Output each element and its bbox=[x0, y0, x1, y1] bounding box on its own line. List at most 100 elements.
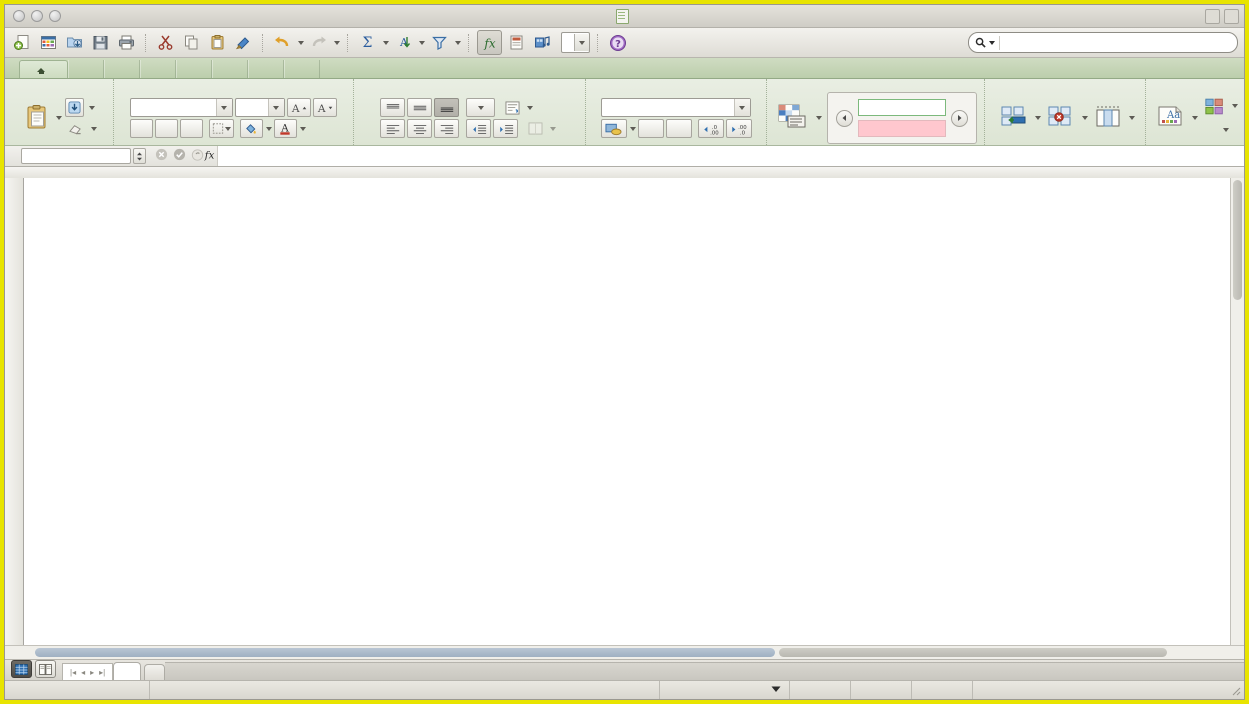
number-format-caret[interactable] bbox=[733, 99, 750, 116]
format-painter-icon[interactable] bbox=[232, 31, 255, 54]
vertical-scrollbar[interactable] bbox=[1230, 178, 1244, 645]
tab-formulas[interactable] bbox=[212, 60, 248, 78]
cancel-icon[interactable] bbox=[155, 148, 168, 164]
align-top-button[interactable] bbox=[380, 98, 406, 117]
next-sheet-icon[interactable]: ▸ bbox=[90, 668, 94, 677]
delete-cells-button[interactable] bbox=[1043, 105, 1079, 132]
font-color-button[interactable]: A bbox=[273, 119, 297, 138]
ribbon-toggle-button[interactable] bbox=[1205, 9, 1220, 24]
shrink-font-button[interactable]: A bbox=[312, 98, 337, 117]
sum-indicator[interactable] bbox=[660, 681, 790, 699]
style-bad[interactable] bbox=[858, 120, 947, 137]
theme-fonts-button[interactable] bbox=[1201, 121, 1220, 140]
help-toggle-button[interactable] bbox=[1224, 9, 1239, 24]
themes-caret[interactable] bbox=[1192, 116, 1198, 120]
style-normal[interactable] bbox=[858, 99, 947, 116]
merge-button[interactable] bbox=[525, 119, 559, 138]
media-browser-icon[interactable] bbox=[531, 31, 554, 54]
format-cells-caret[interactable] bbox=[1128, 116, 1135, 120]
horizontal-scrollbar[interactable] bbox=[5, 645, 1244, 659]
tab-layout[interactable] bbox=[68, 60, 104, 78]
currency-button[interactable] bbox=[600, 119, 627, 138]
sort-dropdown-caret[interactable] bbox=[419, 40, 425, 45]
formula-builder-fx-icon[interactable]: fx bbox=[191, 148, 217, 165]
font-name-input[interactable] bbox=[129, 98, 233, 117]
autosum-icon[interactable]: Σ bbox=[356, 31, 379, 54]
tab-home[interactable] bbox=[19, 60, 68, 78]
fill-color-caret[interactable] bbox=[265, 126, 272, 131]
percent-button[interactable] bbox=[637, 119, 664, 138]
print-icon[interactable] bbox=[115, 31, 138, 54]
tab-smartart[interactable] bbox=[176, 60, 212, 78]
fill-color-button[interactable] bbox=[239, 119, 263, 138]
resize-grip[interactable] bbox=[1229, 684, 1241, 696]
save-icon[interactable] bbox=[89, 31, 112, 54]
clear-button[interactable] bbox=[65, 119, 86, 138]
align-bottom-button[interactable] bbox=[434, 98, 460, 117]
undo-icon[interactable] bbox=[271, 31, 294, 54]
conditional-formatting-caret[interactable] bbox=[816, 116, 823, 120]
add-sheet-button[interactable] bbox=[144, 664, 166, 680]
sort-icon[interactable]: A bbox=[392, 31, 415, 54]
font-name-caret[interactable] bbox=[215, 99, 232, 116]
filter-dropdown-caret[interactable] bbox=[455, 40, 461, 45]
theme-colors-button[interactable] bbox=[1201, 97, 1229, 116]
help-icon[interactable]: ? bbox=[606, 31, 629, 54]
redo-icon[interactable] bbox=[307, 31, 330, 54]
toolbox-icon[interactable] bbox=[505, 31, 528, 54]
paste-icon[interactable] bbox=[206, 31, 229, 54]
open-folder-icon[interactable] bbox=[63, 31, 86, 54]
orientation-button[interactable] bbox=[466, 98, 496, 117]
page-layout-view-button[interactable] bbox=[35, 660, 56, 678]
normal-view-button[interactable] bbox=[11, 660, 32, 678]
theme-fonts-caret[interactable] bbox=[1223, 128, 1229, 132]
search-box[interactable] bbox=[968, 32, 1238, 53]
italic-button[interactable] bbox=[154, 119, 178, 138]
delete-cells-caret[interactable] bbox=[1081, 116, 1088, 120]
search-input[interactable] bbox=[1000, 35, 1234, 50]
increase-indent-button[interactable] bbox=[493, 119, 519, 138]
fill-dropdown-caret[interactable] bbox=[88, 105, 95, 110]
horizontal-split-region[interactable] bbox=[35, 648, 775, 657]
last-sheet-icon[interactable]: ▸| bbox=[99, 668, 105, 677]
themes-button[interactable]: Aa bbox=[1152, 105, 1188, 132]
styles-next-button[interactable] bbox=[951, 109, 969, 127]
prev-sheet-icon[interactable]: ◂ bbox=[81, 668, 85, 677]
paste-dropdown-caret[interactable] bbox=[55, 116, 62, 120]
increase-decimal-button[interactable]: .0.00 bbox=[697, 119, 724, 138]
sheet-nav-arrows[interactable]: |◂ ◂ ▸ ▸| bbox=[62, 663, 114, 680]
align-middle-button[interactable] bbox=[407, 98, 433, 117]
sheet-canvas[interactable] bbox=[24, 178, 1244, 645]
comma-button[interactable] bbox=[665, 119, 692, 138]
insert-cells-caret[interactable] bbox=[1034, 116, 1041, 120]
minimize-button[interactable] bbox=[31, 10, 43, 22]
number-format-select[interactable] bbox=[600, 98, 751, 117]
tab-data[interactable] bbox=[248, 60, 284, 78]
redo-dropdown-caret[interactable] bbox=[334, 40, 340, 45]
borders-button[interactable] bbox=[208, 119, 234, 138]
fill-button[interactable] bbox=[64, 98, 84, 117]
zoom-dropdown-caret[interactable] bbox=[574, 34, 589, 51]
conditional-formatting-button[interactable] bbox=[774, 104, 810, 132]
sheet-tab-timetable[interactable] bbox=[113, 662, 142, 680]
clear-dropdown-caret[interactable] bbox=[90, 126, 97, 131]
grow-font-button[interactable]: A bbox=[286, 98, 311, 117]
filter-icon[interactable] bbox=[428, 31, 451, 54]
horizontal-scroll-thumb[interactable] bbox=[779, 648, 1167, 657]
template-gallery-icon[interactable] bbox=[37, 31, 60, 54]
vertical-scroll-thumb[interactable] bbox=[1233, 180, 1242, 300]
accept-icon[interactable] bbox=[173, 148, 186, 164]
theme-colors-caret[interactable] bbox=[1232, 104, 1238, 108]
zoom-control[interactable] bbox=[561, 32, 590, 53]
cell-styles-gallery[interactable] bbox=[827, 92, 978, 144]
tab-tables[interactable] bbox=[104, 60, 140, 78]
cut-icon[interactable] bbox=[154, 31, 177, 54]
search-icon[interactable] bbox=[972, 35, 1000, 50]
tab-charts[interactable] bbox=[140, 60, 176, 78]
formula-input[interactable] bbox=[217, 146, 1244, 166]
decrease-decimal-button[interactable]: .00.0 bbox=[725, 119, 752, 138]
paste-button[interactable] bbox=[21, 104, 52, 133]
name-box-spinner[interactable] bbox=[133, 148, 146, 164]
font-size-caret[interactable] bbox=[267, 99, 284, 116]
align-center-button[interactable] bbox=[407, 119, 433, 138]
